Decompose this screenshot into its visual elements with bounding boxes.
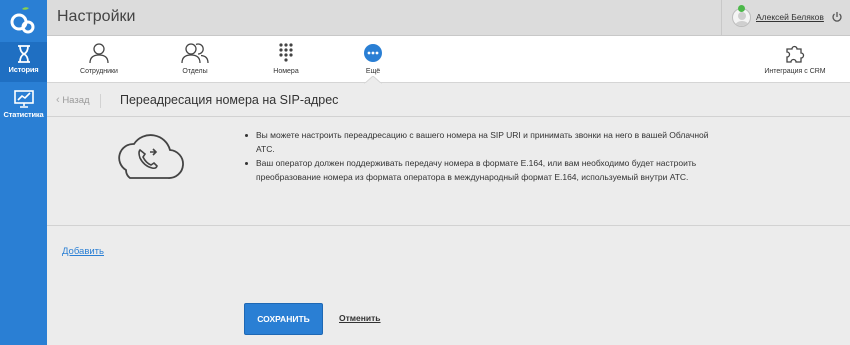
tab-label: Отделы bbox=[182, 68, 208, 75]
back-button[interactable]: ‹ Назад bbox=[56, 94, 101, 108]
cloud-phone-icon bbox=[118, 134, 184, 179]
back-label: Назад bbox=[62, 95, 90, 106]
rail-item-label: История bbox=[8, 65, 39, 74]
hourglass-icon bbox=[17, 45, 30, 63]
user-icon bbox=[89, 43, 109, 64]
list-item: Вы можете настроить переадресацию с ваше… bbox=[243, 128, 713, 156]
breadcrumb: ‹ Назад Переадресация номера на SIP-адре… bbox=[47, 84, 850, 117]
tab-crm-integration[interactable]: Интеграция с CRM bbox=[755, 42, 835, 75]
tab-label: Ещё bbox=[365, 68, 381, 75]
active-tab-indicator bbox=[364, 76, 382, 84]
app-logo-icon[interactable] bbox=[8, 5, 40, 35]
chevron-left-icon: ‹ bbox=[56, 94, 60, 106]
online-status-icon bbox=[738, 5, 745, 12]
top-header: Настройки Алексей Беляков bbox=[47, 0, 850, 36]
add-link[interactable]: Добавить bbox=[62, 246, 104, 257]
page-title: Настройки bbox=[57, 8, 136, 25]
user-name-link[interactable]: Алексей Беляков bbox=[756, 12, 824, 22]
info-list: Вы можете настроить переадресацию с ваше… bbox=[243, 128, 713, 184]
left-rail: История Статистика bbox=[0, 0, 47, 345]
power-icon[interactable] bbox=[831, 11, 843, 23]
rail-item-label: Статистика bbox=[3, 110, 44, 119]
tab-employees[interactable]: Сотрудники bbox=[69, 42, 129, 75]
tab-label: Номера bbox=[273, 68, 299, 75]
more-icon bbox=[364, 44, 382, 62]
tab-label: Интеграция с CRM bbox=[764, 68, 826, 75]
puzzle-icon bbox=[786, 45, 805, 63]
rail-item-history[interactable]: История bbox=[0, 42, 47, 82]
users-icon bbox=[181, 43, 209, 64]
tab-more[interactable]: Ещё bbox=[343, 42, 403, 75]
rail-item-statistics[interactable]: Статистика bbox=[0, 87, 47, 127]
list-item: Ваш оператор должен поддерживать передач… bbox=[243, 156, 713, 184]
section-title: Переадресация номера на SIP-адрес bbox=[120, 93, 339, 107]
tab-numbers[interactable]: Номера bbox=[256, 42, 316, 75]
cancel-link[interactable]: Отменить bbox=[339, 313, 381, 323]
info-panel: Вы можете настроить переадресацию с ваше… bbox=[47, 118, 850, 226]
user-menu[interactable]: Алексей Беляков bbox=[721, 0, 850, 36]
chart-monitor-icon bbox=[13, 90, 34, 108]
tab-label: Сотрудники bbox=[80, 68, 118, 75]
save-button[interactable]: СОХРАНИТЬ bbox=[244, 303, 323, 335]
keypad-icon bbox=[279, 43, 293, 62]
settings-tabs: Сотрудники Отделы Номера Ещё Интеграция … bbox=[47, 36, 850, 84]
tab-departments[interactable]: Отделы bbox=[165, 42, 225, 75]
